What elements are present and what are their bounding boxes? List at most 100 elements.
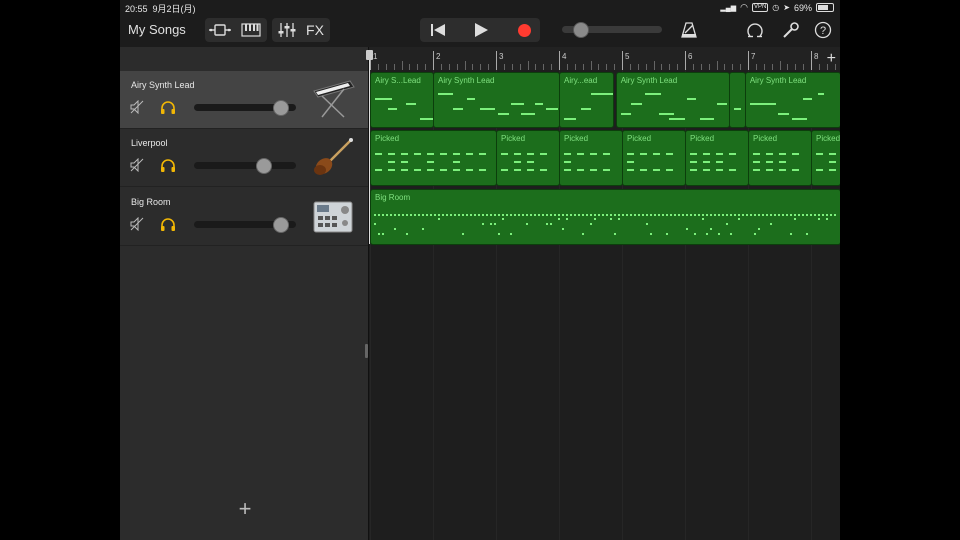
bar-tick (622, 51, 623, 70)
drum-hit (662, 214, 664, 216)
bar-number: 3 (499, 52, 504, 61)
track-name: Airy Synth Lead (131, 80, 195, 90)
drum-hit (550, 214, 552, 216)
drum-hit (614, 233, 616, 235)
region-picked[interactable]: Picked (370, 130, 497, 186)
midi-note (653, 153, 660, 155)
track-header-liverpool[interactable]: Liverpool (120, 129, 368, 187)
play-icon[interactable] (465, 18, 497, 42)
region-airy-ead[interactable]: Airy...ead (559, 72, 614, 128)
my-songs-button[interactable]: My Songs (128, 22, 186, 46)
tracks-view-icon[interactable] (205, 18, 235, 42)
region-airy-s-lead[interactable]: Airy S...Lead (370, 72, 434, 128)
region-picked[interactable]: Picked (811, 130, 840, 186)
midi-note (779, 153, 786, 155)
drum-hit (754, 214, 756, 216)
drum-hit (710, 228, 712, 230)
drum-hit (754, 233, 756, 235)
keyboard-icon[interactable] (236, 18, 266, 42)
drum-hit (530, 214, 532, 216)
master-volume-knob[interactable] (573, 22, 589, 38)
fx-button[interactable]: FX (300, 18, 330, 42)
midi-note (791, 118, 808, 120)
track-volume-knob[interactable] (272, 100, 289, 116)
midi-note (640, 169, 647, 171)
resize-handle[interactable] (365, 344, 368, 358)
master-volume-slider[interactable] (562, 22, 662, 38)
playhead[interactable] (369, 51, 370, 244)
drum-hit (534, 214, 536, 216)
drum-hit (774, 214, 776, 216)
drum-hit (510, 233, 512, 235)
region-big-room[interactable]: Big Room (370, 189, 840, 245)
track-volume-slider[interactable] (194, 158, 296, 174)
mixer-icon[interactable] (272, 18, 302, 42)
status-time: 20:55 (125, 4, 148, 14)
midi-note (653, 169, 660, 171)
drum-hit (818, 218, 820, 220)
track-volume-knob[interactable] (272, 217, 289, 233)
loop-browser-icon[interactable] (740, 18, 770, 42)
bar-tick (685, 51, 686, 70)
drum-hit (394, 228, 396, 230)
drum-hit (462, 233, 464, 235)
track-header-big-room[interactable]: Big Room (120, 188, 368, 246)
timeline-ruler[interactable]: + 12345678 (369, 47, 840, 70)
midi-note (829, 169, 836, 171)
view-buttons (205, 18, 267, 42)
mute-icon[interactable] (130, 100, 144, 114)
region-picked[interactable]: Picked (748, 130, 812, 186)
drum-hit (806, 214, 808, 216)
help-icon[interactable]: ? (808, 18, 838, 42)
region-airy-synth-lead[interactable]: Airy Synth Lead (433, 72, 560, 128)
mute-icon[interactable] (130, 217, 144, 231)
playhead-handle[interactable] (366, 50, 373, 60)
drum-hit (722, 214, 724, 216)
add-track-icon[interactable]: + (235, 498, 255, 520)
drum-hit (498, 214, 500, 216)
midi-note (540, 153, 547, 155)
region-picked[interactable]: Picked (622, 130, 686, 186)
region-picked[interactable]: Picked (559, 130, 623, 186)
drum-hit (574, 214, 576, 216)
midi-note (603, 153, 610, 155)
record-button[interactable] (508, 18, 540, 42)
track-lanes[interactable]: Airy S...Lead Airy Synth Lead Airy...ead Ai… (369, 70, 840, 540)
midi-note (763, 103, 777, 105)
track-header-airy-synth-lead[interactable]: Airy Synth Lead (120, 71, 368, 129)
drum-hit (442, 214, 444, 216)
settings-wrench-icon[interactable] (776, 18, 806, 42)
track-volume-knob[interactable] (256, 158, 273, 174)
region-airy-synth-lead[interactable]: Airy Synth Lead (744, 72, 840, 128)
midi-note (564, 118, 577, 120)
drum-hit (642, 214, 644, 216)
region-picked[interactable]: Picked (685, 130, 749, 186)
track-volume-slider[interactable] (194, 100, 296, 116)
headphones-icon[interactable] (160, 158, 176, 173)
midi-note (766, 161, 773, 163)
headphones-icon[interactable] (160, 217, 176, 232)
region-picked[interactable]: Picked (496, 130, 560, 186)
midi-note (666, 169, 673, 171)
midi-note (603, 169, 610, 171)
region-airy-synth-lead[interactable]: Airy Synth Lead (615, 72, 731, 128)
midi-note (729, 153, 736, 155)
drum-hit (382, 214, 384, 216)
mute-icon[interactable] (130, 158, 144, 172)
midi-note (686, 98, 697, 100)
headphones-icon[interactable] (160, 100, 176, 115)
track-volume-slider[interactable] (194, 217, 296, 233)
midi-note (510, 103, 524, 105)
drum-hit (790, 214, 792, 216)
midi-note (466, 169, 473, 171)
drum-hit (606, 214, 608, 216)
metronome-icon[interactable] (674, 18, 704, 42)
drum-hit (614, 214, 616, 216)
drum-hit (598, 214, 600, 216)
region-blank[interactable] (729, 72, 746, 128)
drum-hit (706, 233, 708, 235)
midi-note (792, 153, 799, 155)
drum-hit (634, 214, 636, 216)
go-to-start-icon[interactable] (422, 18, 454, 42)
drum-hit (826, 218, 828, 220)
